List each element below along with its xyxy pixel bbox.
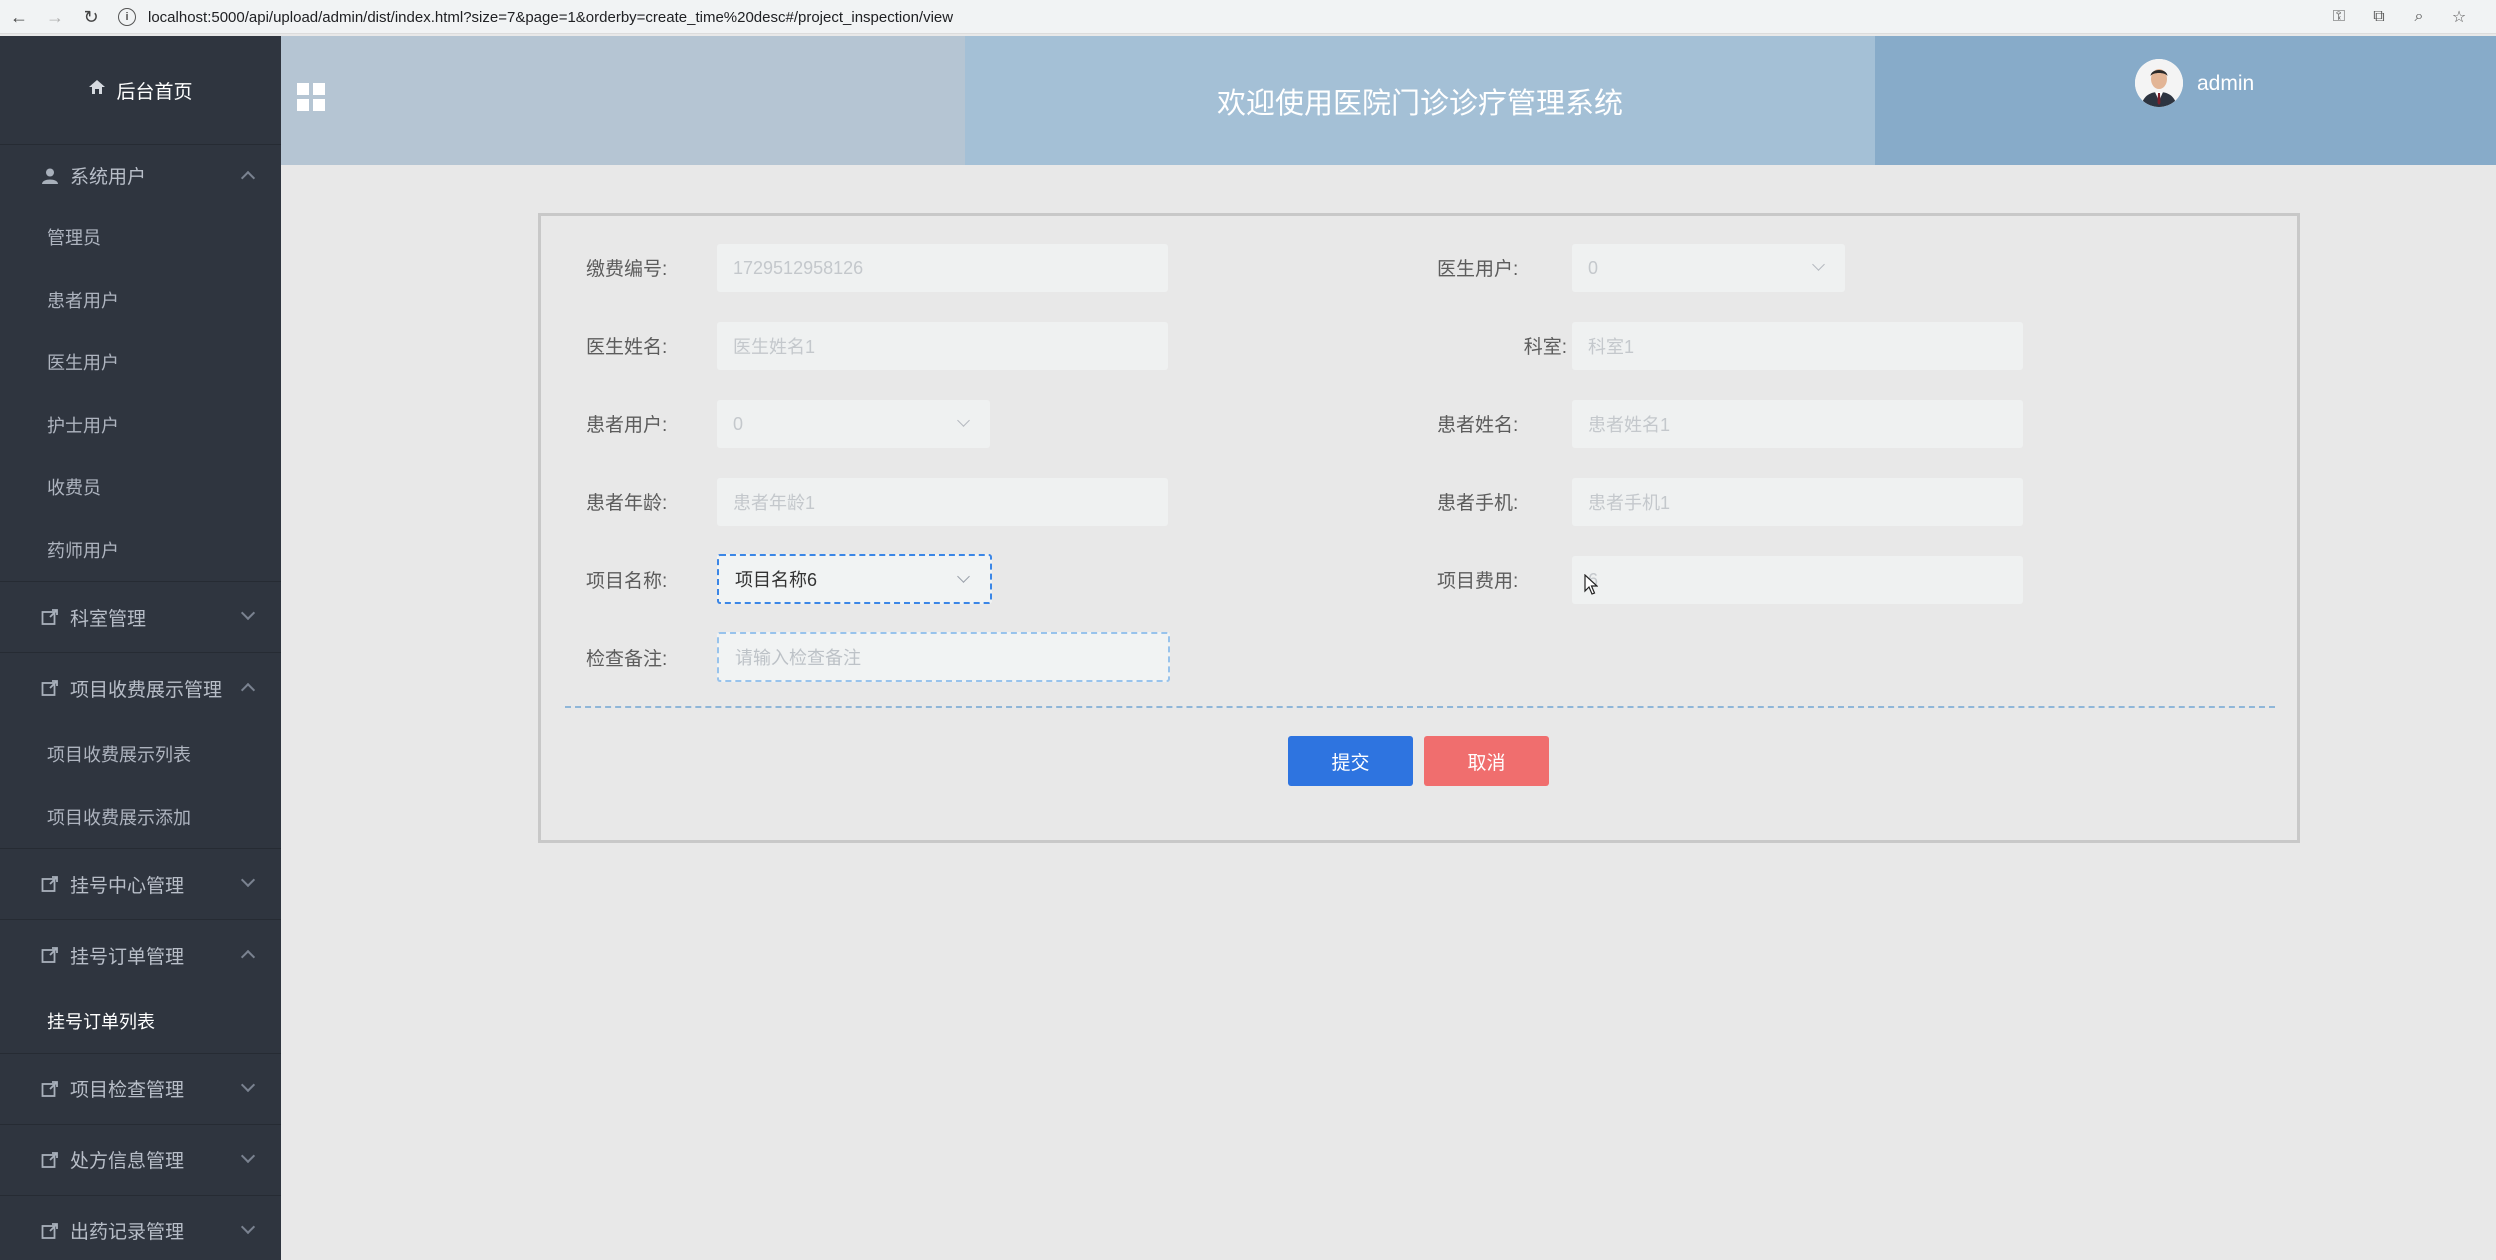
form-divider xyxy=(565,706,2275,708)
sidebar-group-label: 系统用户 xyxy=(70,167,147,188)
share-icon xyxy=(40,607,60,627)
project-name-select[interactable]: 项目名称6 xyxy=(717,554,992,604)
top-header: 欢迎使用医院门诊诊疗管理系统 admin xyxy=(281,36,2496,165)
url-text: localhost:5000/api/upload/admin/dist/ind… xyxy=(148,8,954,26)
patient-user-label: 患者用户: xyxy=(586,415,668,436)
doctor-user-select[interactable]: 0 xyxy=(1572,244,1845,292)
patient-phone-label: 患者手机: xyxy=(1437,493,1519,514)
sidebar-item-cashiers[interactable]: 收费员 xyxy=(0,456,281,519)
submit-button[interactable]: 提交 xyxy=(1288,736,1413,786)
sidebar-item-project-fee-list[interactable]: 项目收费展示列表 xyxy=(0,723,281,786)
username[interactable]: admin xyxy=(2197,72,2254,96)
doctor-user-label: 医生用户: xyxy=(1437,259,1519,280)
patient-name-input[interactable]: 患者姓名1 xyxy=(1572,400,2023,448)
install-app-icon[interactable]: ⧉ xyxy=(2368,6,2390,28)
doctor-name-label: 医生姓名: xyxy=(586,337,668,358)
department-input[interactable]: 科室1 xyxy=(1572,322,2023,370)
sidebar-home-label: 后台首页 xyxy=(116,81,193,103)
project-fee-label: 项目费用: xyxy=(1437,571,1519,592)
payment-no-input[interactable]: 1729512958126 xyxy=(717,244,1168,292)
sidebar-group-label: 出药记录管理 xyxy=(70,1222,185,1243)
sidebar-group-label: 挂号订单管理 xyxy=(70,946,185,968)
system-title: 欢迎使用医院门诊诊疗管理系统 xyxy=(965,36,1875,165)
share-icon xyxy=(40,945,60,965)
key-icon[interactable]: ⚿ xyxy=(2328,6,2350,28)
forward-icon[interactable]: → xyxy=(40,2,70,32)
doctor-name-input[interactable]: 医生姓名1 xyxy=(717,322,1168,370)
sidebar-home[interactable]: 后台首页 xyxy=(0,36,281,144)
sidebar-group-project-fee[interactable]: 项目收费展示管理 xyxy=(0,652,281,723)
chevron-up-icon xyxy=(240,949,256,965)
sidebar-group-label: 项目收费展示管理 xyxy=(70,679,223,701)
sidebar-group-dispensing-records[interactable]: 出药记录管理 xyxy=(0,1194,281,1260)
payment-no-label: 缴费编号: xyxy=(586,259,668,280)
sidebar-item-patient-users[interactable]: 患者用户 xyxy=(0,269,281,332)
chevron-down-icon xyxy=(240,605,256,621)
remark-label: 检查备注: xyxy=(586,649,668,670)
bookmark-star-icon[interactable]: ☆ xyxy=(2448,6,2470,28)
sidebar-item-doctor-users[interactable]: 医生用户 xyxy=(0,331,281,394)
sidebar-item-admin[interactable]: 管理员 xyxy=(0,206,281,269)
sidebar-item-pharmacist-users[interactable]: 药师用户 xyxy=(0,519,281,582)
patient-age-input[interactable]: 患者年龄1 xyxy=(717,478,1168,526)
address-bar[interactable]: i localhost:5000/api/upload/admin/dist/i… xyxy=(118,5,953,29)
back-icon[interactable]: ← xyxy=(4,2,34,32)
share-icon xyxy=(40,1221,60,1241)
project-name-label: 项目名称: xyxy=(586,571,668,592)
chevron-down-icon xyxy=(240,1148,256,1163)
home-icon xyxy=(88,78,106,102)
chevron-up-icon xyxy=(240,682,256,698)
patient-phone-input[interactable]: 患者手机1 xyxy=(1572,478,2023,526)
sidebar-group-label: 科室管理 xyxy=(70,608,147,630)
share-icon xyxy=(40,1079,60,1099)
sidebar-group-label: 挂号中心管理 xyxy=(70,875,185,897)
sidebar-group-registration-center[interactable]: 挂号中心管理 xyxy=(0,848,281,919)
chevron-up-icon xyxy=(240,170,256,186)
patient-user-select[interactable]: 0 xyxy=(717,400,990,448)
chevron-down-icon xyxy=(240,1219,256,1234)
chevron-down-icon xyxy=(240,1077,256,1092)
sidebar-item-project-fee-add[interactable]: 项目收费展示添加 xyxy=(0,786,281,849)
sidebar-group-prescription[interactable]: 处方信息管理 xyxy=(0,1123,281,1195)
sidebar-group-system-users[interactable]: 系统用户 xyxy=(0,144,281,206)
project-fee-input[interactable]: 6 xyxy=(1572,556,2023,604)
sidebar-group-label: 处方信息管理 xyxy=(70,1151,185,1172)
reload-icon[interactable]: ↻ xyxy=(76,2,106,32)
share-icon xyxy=(40,874,60,894)
sidebar-group-department[interactable]: 科室管理 xyxy=(0,581,281,652)
site-info-icon[interactable]: i xyxy=(118,8,136,26)
department-label: 科室: xyxy=(1523,337,1567,358)
sidebar-group-label: 项目检查管理 xyxy=(70,1080,185,1101)
user-icon xyxy=(40,166,60,186)
inspection-form: 缴费编号: 1729512958126 医生用户: 0 医生姓名: 医生姓名1 … xyxy=(538,213,2300,843)
mouse-cursor-icon xyxy=(1584,574,1598,595)
share-icon xyxy=(40,678,60,698)
patient-age-label: 患者年龄: xyxy=(586,493,668,514)
sidebar-item-nurse-users[interactable]: 护士用户 xyxy=(0,394,281,457)
patient-name-label: 患者姓名: xyxy=(1437,415,1519,436)
sidebar: 后台首页 系统用户 管理员 患者用户 医生用户 护士用户 收费员 药师用户 科室… xyxy=(0,36,281,1260)
share-icon xyxy=(40,1150,60,1170)
zoom-icon[interactable]: ⌕ xyxy=(2408,6,2430,28)
cancel-button[interactable]: 取消 xyxy=(1424,736,1549,786)
sidebar-item-registration-order-list[interactable]: 挂号订单列表 xyxy=(0,990,281,1053)
browser-toolbar: ← → ↻ i localhost:5000/api/upload/admin/… xyxy=(0,0,2496,34)
chevron-down-icon xyxy=(240,872,256,888)
sidebar-group-project-inspection[interactable]: 项目检查管理 xyxy=(0,1052,281,1124)
menu-grid-icon[interactable] xyxy=(297,83,325,111)
avatar[interactable] xyxy=(2135,59,2183,107)
remark-input[interactable]: 请输入检查备注 xyxy=(717,632,1170,682)
sidebar-group-registration-orders[interactable]: 挂号订单管理 xyxy=(0,919,281,990)
